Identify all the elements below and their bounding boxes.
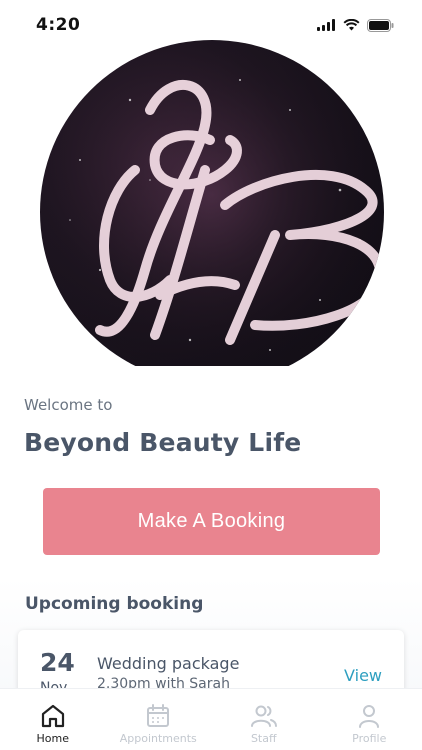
battery-icon	[367, 18, 394, 32]
welcome-label: Welcome to	[24, 396, 113, 414]
tab-staff[interactable]: Staff	[211, 689, 317, 750]
home-icon	[41, 704, 64, 728]
make-booking-button[interactable]: Make A Booking	[43, 488, 380, 555]
tab-staff-label: Staff	[250, 732, 277, 745]
signal-icon	[317, 19, 335, 31]
tab-home-label: Home	[36, 732, 69, 745]
booking-title: Wedding package	[97, 654, 240, 673]
booking-day: 24	[40, 648, 75, 677]
beyond-beauty-monogram-icon	[40, 40, 384, 384]
view-booking-link[interactable]: View	[344, 666, 382, 685]
tab-profile[interactable]: Profile	[317, 689, 422, 750]
business-name: Beyond Beauty Life	[24, 428, 302, 457]
status-time: 4:20	[36, 15, 81, 35]
status-icons	[317, 18, 394, 32]
calendar-icon	[147, 704, 170, 727]
tab-profile-label: Profile	[352, 732, 387, 745]
upcoming-booking-title: Upcoming booking	[25, 594, 204, 614]
tab-appointments[interactable]: Appointments	[106, 689, 212, 750]
tab-appointments-label: Appointments	[119, 732, 197, 745]
wifi-icon	[343, 19, 360, 31]
business-logo	[40, 40, 384, 384]
tab-bar: Home Appointments Staff Profile	[0, 688, 422, 750]
user-icon	[359, 705, 380, 728]
tab-home[interactable]: Home	[0, 689, 106, 750]
users-icon	[250, 705, 277, 727]
